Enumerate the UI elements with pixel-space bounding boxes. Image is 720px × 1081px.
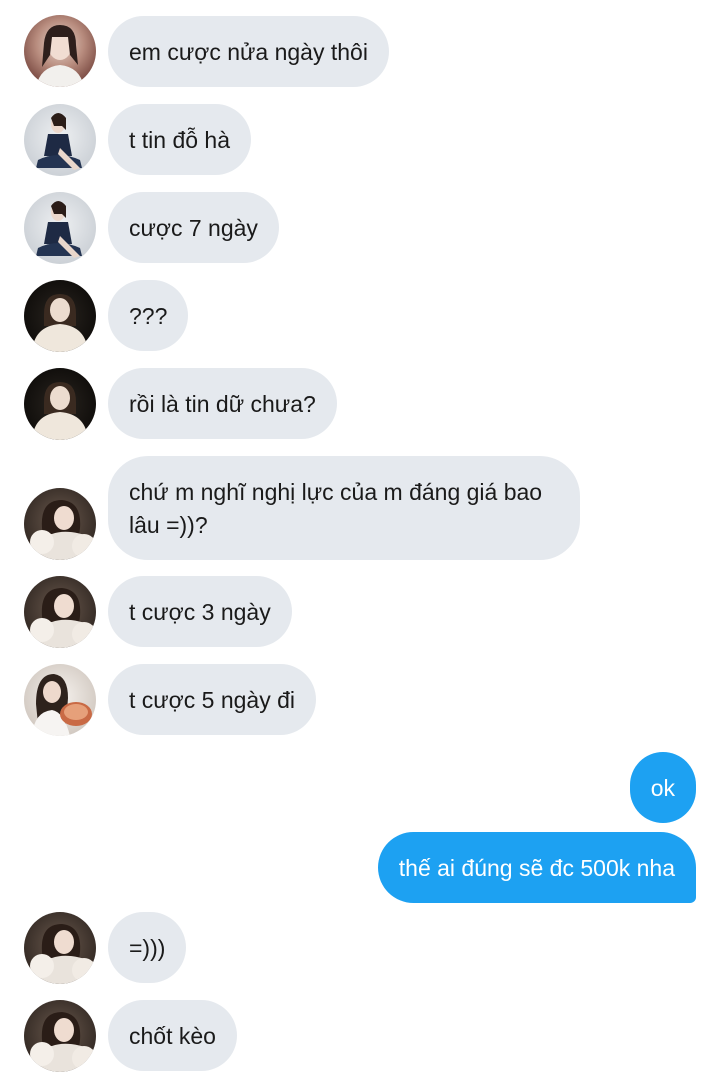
user-c-avatar[interactable] (24, 368, 96, 440)
message-bubble[interactable]: t cược 5 ngày đi (108, 664, 316, 735)
user-d-avatar[interactable] (24, 1000, 96, 1072)
user-c-avatar[interactable] (24, 280, 96, 352)
message-bubble[interactable]: cược 7 ngày (108, 192, 279, 263)
message-bubble[interactable]: chốt kèo (108, 1000, 237, 1071)
user-e-avatar[interactable] (24, 664, 96, 736)
user-d-avatar[interactable] (24, 488, 96, 560)
message-bubble[interactable]: em cược nửa ngày thôi (108, 16, 389, 87)
message-bubble[interactable]: =))) (108, 912, 187, 983)
message-bubble[interactable]: rồi là tin dữ chưa? (108, 368, 337, 439)
user-d-avatar[interactable] (24, 576, 96, 648)
message-bubble-outgoing[interactable]: ok (629, 752, 696, 823)
message-bubble[interactable]: t tin đỗ hà (108, 104, 252, 175)
message-bubble[interactable]: ??? (108, 280, 189, 351)
user-a-avatar[interactable] (24, 15, 96, 87)
user-b-avatar[interactable] (24, 192, 96, 264)
message-bubble-outgoing[interactable]: thế ai đúng sẽ đc 500k nha (377, 832, 696, 903)
message-bubble[interactable]: chứ m nghĩ nghị lực của m đáng giá bao l… (108, 456, 580, 560)
user-d-avatar[interactable] (24, 912, 96, 984)
user-b-avatar[interactable] (24, 104, 96, 176)
message-bubble[interactable]: t cược 3 ngày (108, 576, 292, 647)
